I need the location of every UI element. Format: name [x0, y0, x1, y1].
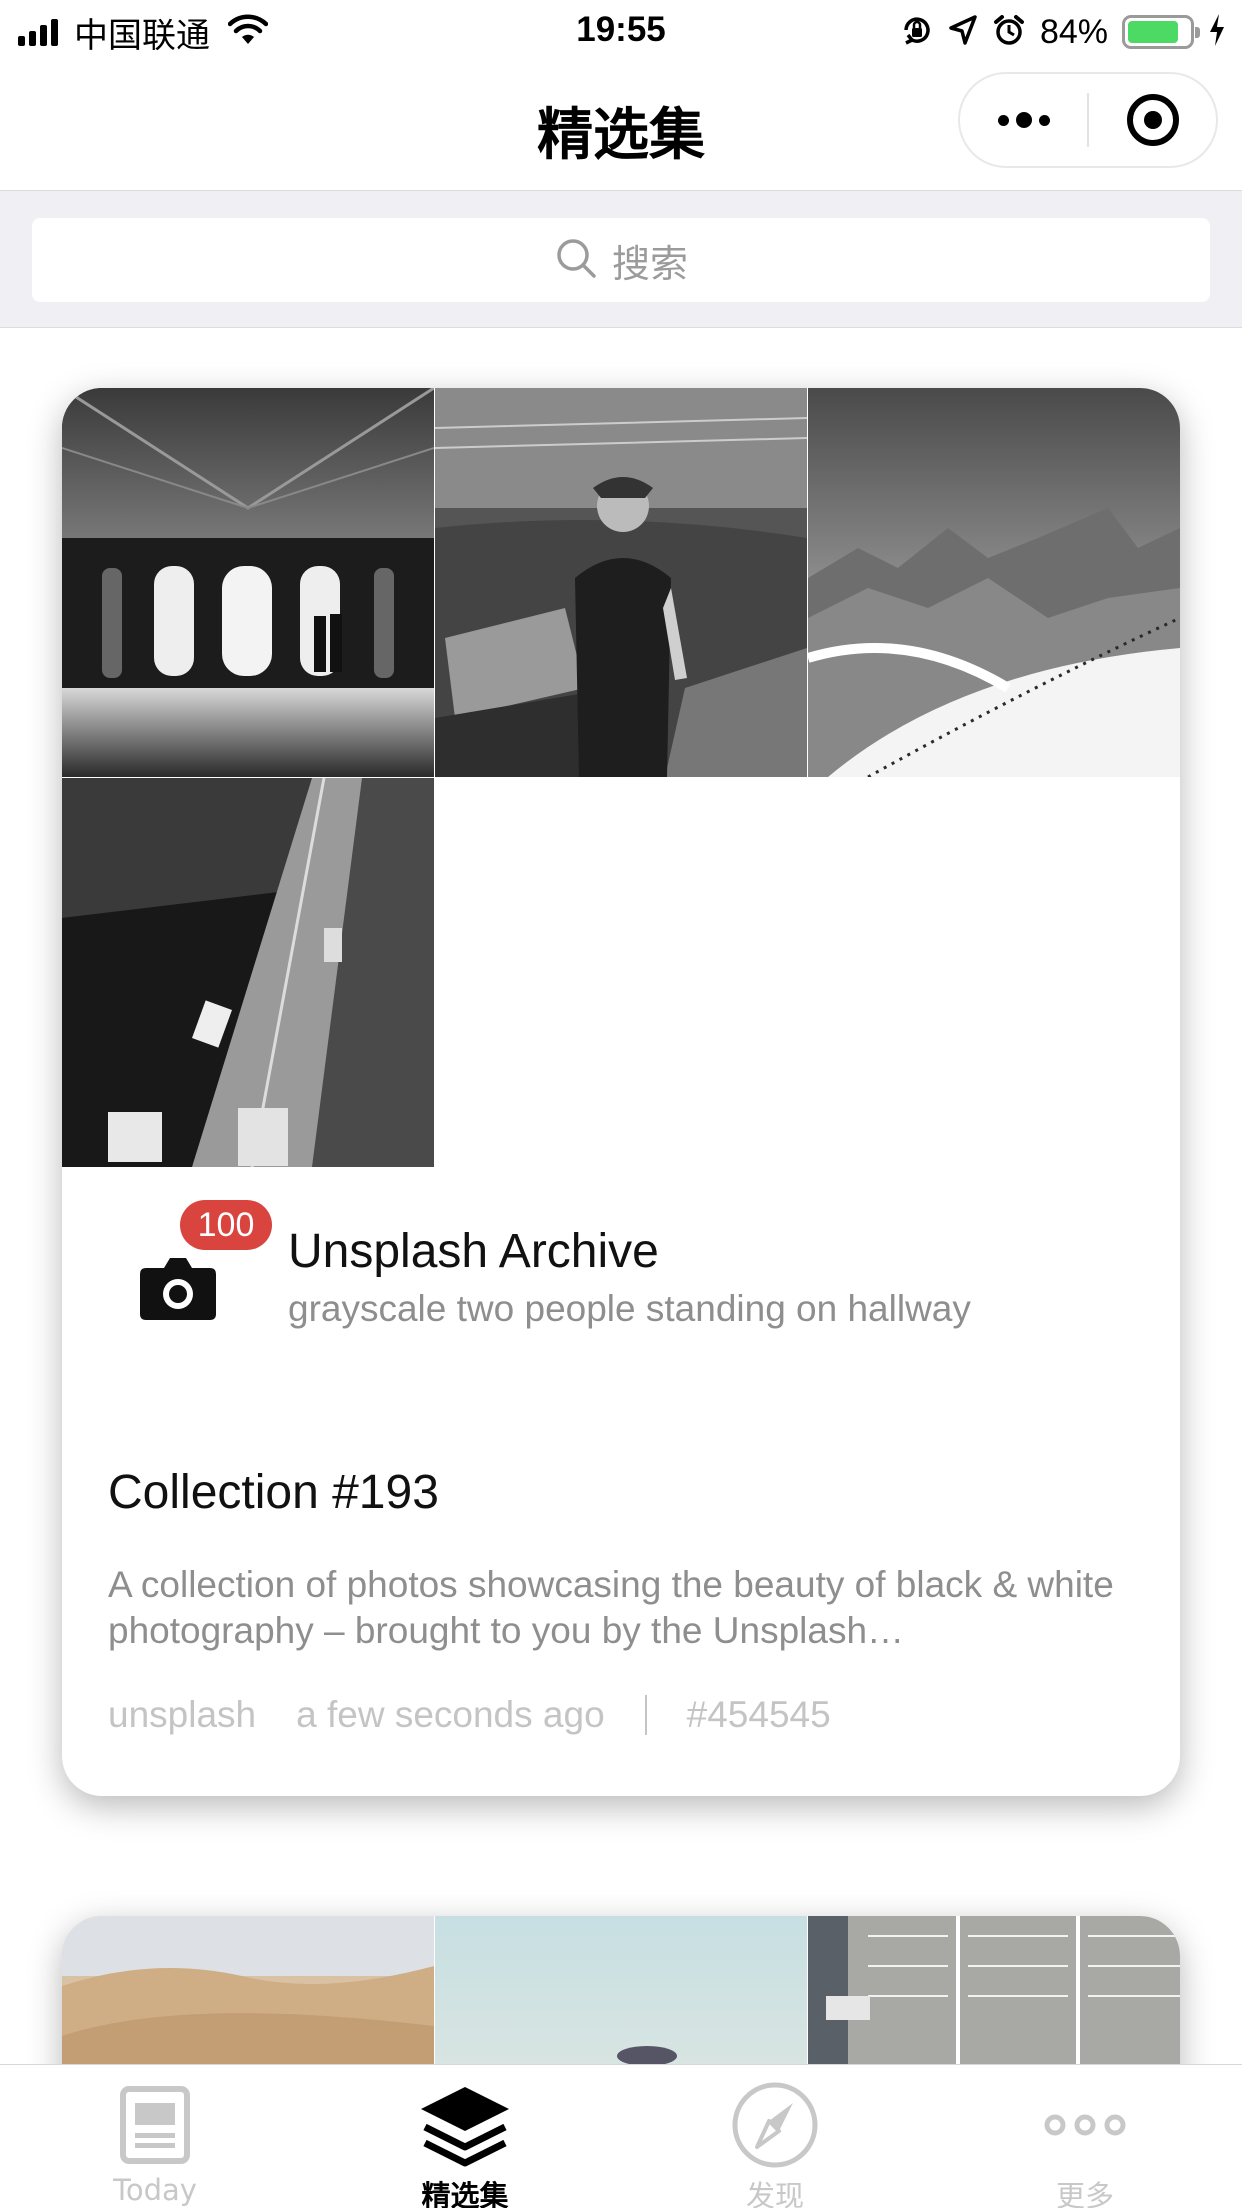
owner-section[interactable]: 100 Unsplash Archive grayscale two peopl… — [62, 1168, 1180, 1368]
navigation-bar: 精选集 — [0, 62, 1242, 190]
more-icon — [930, 2079, 1240, 2171]
alarm-icon — [992, 13, 1026, 52]
search-placeholder: 搜索 — [611, 241, 688, 286]
orientation-lock-icon — [900, 13, 934, 52]
more-dots-icon — [997, 112, 1050, 128]
collection-time: a few seconds ago — [296, 1694, 605, 1735]
collection-photo[interactable] — [435, 388, 807, 777]
collection-color: #454545 — [686, 1694, 831, 1735]
owner-description: grayscale two people standing on hallway — [288, 1288, 971, 1329]
photo-count-badge: 100 — [180, 1200, 272, 1250]
charging-icon — [1208, 13, 1226, 52]
close-button[interactable] — [1089, 74, 1216, 166]
battery-icon — [1122, 15, 1200, 49]
collection-description: A collection of photos showcasing the be… — [108, 1564, 1114, 1651]
collection-photo[interactable] — [62, 388, 434, 777]
status-bar-right: 84% — [900, 12, 1226, 52]
collection-user[interactable]: unsplash — [108, 1694, 256, 1736]
search-icon — [554, 236, 598, 285]
today-icon — [0, 2079, 310, 2171]
tab-label: 更多 — [1055, 2179, 1114, 2208]
search-input[interactable]: 搜索 — [32, 218, 1210, 302]
battery-level — [1128, 21, 1179, 43]
status-bar: 中国联通 19:55 84% — [0, 0, 1242, 62]
collection-meta: unsplash a few seconds ago #454545 — [108, 1694, 831, 1736]
camera-icon — [138, 1252, 218, 1327]
close-target-icon — [1126, 94, 1179, 146]
collection-photo[interactable] — [62, 778, 434, 1167]
owner-name: Unsplash Archive — [288, 1225, 659, 1278]
search-bar-container: 搜索 — [0, 190, 1242, 328]
location-icon — [948, 14, 978, 51]
tab-collections[interactable]: 精选集 — [310, 2065, 620, 2208]
tab-bar: Today 精选集 发现 更多 — [0, 2064, 1242, 2208]
layers-icon — [310, 2079, 620, 2171]
tab-discover[interactable]: 发现 — [620, 2065, 930, 2208]
mini-program-capsule — [958, 72, 1218, 168]
battery-percent: 84% — [1039, 12, 1108, 51]
more-menu-button[interactable] — [960, 74, 1087, 166]
tab-label: 发现 — [745, 2179, 804, 2208]
collection-title: Collection #193 — [108, 1466, 439, 1519]
compass-icon — [620, 2079, 930, 2171]
tab-label: 精选集 — [421, 2179, 509, 2208]
collection-photo[interactable] — [808, 388, 1180, 777]
collection-card[interactable]: 100 Unsplash Archive grayscale two peopl… — [62, 388, 1180, 1796]
tab-today[interactable]: Today — [0, 2065, 310, 2208]
meta-divider — [644, 1695, 647, 1735]
tab-label: Today — [113, 2173, 197, 2207]
tab-more[interactable]: 更多 — [930, 2065, 1240, 2208]
